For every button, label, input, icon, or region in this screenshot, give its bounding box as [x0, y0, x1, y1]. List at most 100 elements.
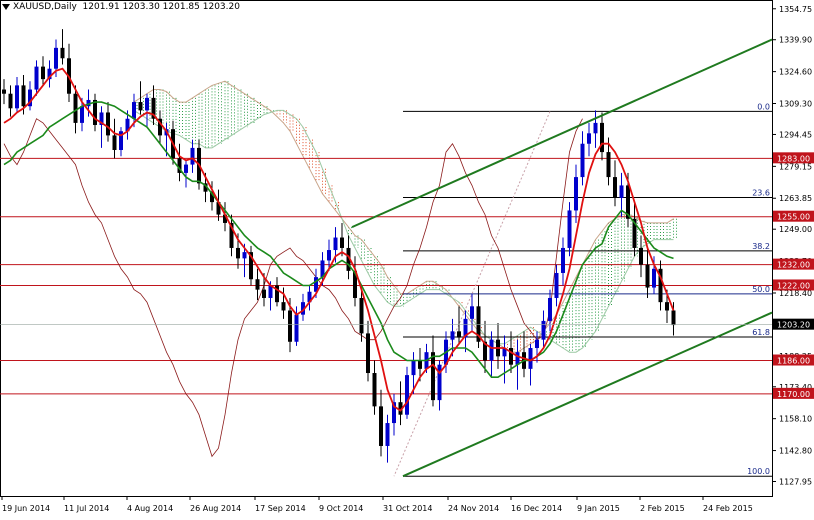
- candle-body: [580, 143, 585, 178]
- candle-body: [418, 360, 422, 369]
- fib-level-label: 0.0: [757, 102, 770, 111]
- candle-body: [34, 66, 39, 90]
- y-tick-label: 1354.75: [779, 5, 812, 14]
- x-tick-label: 19 Jun 2014: [2, 504, 50, 513]
- x-tick-label: 24 Nov 2014: [448, 504, 499, 513]
- candle-body: [327, 250, 331, 261]
- candle-body: [145, 97, 149, 111]
- dropdown-triangle-icon[interactable]: [2, 3, 10, 10]
- candle-body: [671, 310, 676, 326]
- candle-body: [15, 85, 19, 109]
- candle-body: [606, 152, 611, 178]
- candle-body: [112, 135, 117, 150]
- level-tag-label: 1255.00: [777, 213, 810, 222]
- candle-body: [132, 102, 136, 119]
- chart-canvas: 0.023.638.250.061.8100.01354.751339.9013…: [0, 0, 814, 513]
- y-tick-label: 1127.95: [779, 478, 812, 487]
- candle-body: [372, 373, 377, 407]
- candle-body: [528, 348, 533, 369]
- level-tag-label: 1186.00: [777, 357, 810, 366]
- fib-level-label: 100.0: [747, 467, 770, 476]
- candle-body: [190, 147, 195, 165]
- candle-body: [262, 289, 266, 298]
- fib-level-label: 38.2: [752, 242, 770, 251]
- candle-body: [184, 164, 188, 173]
- y-tick-label: 1339.90: [779, 36, 812, 45]
- candle-body: [281, 302, 286, 311]
- candle-body: [639, 247, 643, 265]
- candle-body: [587, 133, 591, 144]
- chart-root: 0.0 23.6 38.2 50.0 61.8 100.0 1354.75 1339.90 13…: [0, 0, 814, 516]
- candle-body: [613, 177, 617, 198]
- candle-body: [54, 47, 58, 69]
- x-axis: 19 Jun 2014 11 Jul 2014 4 Aug 2014 26 Aug 2…: [1, 496, 753, 513]
- candle-body: [515, 352, 520, 365]
- x-tick-label: 17 Sep 2014: [255, 504, 306, 513]
- candle-body: [450, 331, 455, 340]
- x-tick-label: 31 Oct 2014: [383, 504, 432, 513]
- level-tag-label: 1170.00: [777, 390, 810, 399]
- candle-body: [645, 264, 650, 288]
- y-tick-label: 1142.80: [779, 447, 812, 456]
- candle-body: [21, 85, 26, 107]
- x-tick-label: 9 Oct 2014: [319, 504, 363, 513]
- candle-body: [457, 331, 461, 338]
- candle-body: [340, 237, 344, 248]
- candle-body: [333, 237, 338, 251]
- candle-body: [535, 339, 539, 349]
- y-tick-label: 1249.00: [779, 225, 812, 234]
- ohlc-values: 1201.91 1203.30 1201.85 1203.20: [82, 2, 240, 12]
- y-axis: 1354.75 1339.90 1324.60 1309.30 1294.45 1279.…: [772, 5, 814, 487]
- x-tick-label: 24 Feb 2015: [703, 504, 753, 513]
- x-tick-label: 2 Feb 2015: [640, 504, 685, 513]
- fib-level-label: 61.8: [752, 328, 770, 337]
- candle-body: [255, 279, 260, 290]
- chart-header: XAUUSD,Daily 1201.91 1203.30 1201.85 120…: [2, 2, 240, 12]
- symbol-label: XAUUSD,Daily: [13, 2, 77, 12]
- candle-body: [541, 320, 546, 340]
- x-tick-label: 9 Jan 2015: [577, 504, 620, 513]
- candle-body: [80, 106, 84, 123]
- candle-body: [359, 297, 364, 334]
- y-tick-label: 1294.45: [779, 130, 812, 139]
- candle-body: [366, 333, 370, 374]
- candle-body: [548, 297, 552, 321]
- level-tag-label: 1232.00: [777, 261, 810, 270]
- candle-body: [593, 122, 598, 134]
- candle-body: [60, 47, 65, 59]
- candle-body: [106, 112, 110, 136]
- candle-body: [665, 302, 669, 311]
- x-tick-label: 26 Aug 2014: [190, 504, 241, 513]
- candle-body: [561, 247, 565, 273]
- candle-body: [405, 375, 409, 415]
- candle-body: [554, 272, 559, 298]
- candle-body: [489, 339, 494, 361]
- candle-body: [652, 268, 656, 288]
- y-tick-label: 1263.85: [779, 194, 812, 203]
- x-tick-label: 16 Dec 2014: [511, 504, 562, 513]
- candle-body: [619, 185, 624, 198]
- y-tick-label: 1158.10: [779, 415, 812, 424]
- y-tick-label: 1279.15: [779, 162, 812, 171]
- candle-body: [93, 99, 97, 125]
- candle-body: [2, 89, 6, 94]
- candle-body: [411, 360, 416, 376]
- level-tag-label: 1283.00: [777, 154, 810, 163]
- level-tag-label: 1222.00: [777, 281, 810, 290]
- candle-body: [567, 210, 572, 248]
- candle-body: [8, 93, 13, 109]
- candle-body: [470, 306, 474, 319]
- candle-body: [574, 177, 578, 211]
- candle-body: [41, 66, 45, 80]
- x-tick-label: 4 Aug 2014: [127, 504, 173, 513]
- y-tick-label: 1324.60: [779, 68, 812, 77]
- candle-body: [73, 93, 78, 123]
- candle-body: [294, 314, 299, 342]
- candle-body: [288, 310, 292, 342]
- candle-body: [138, 102, 143, 111]
- candle-body: [379, 406, 383, 446]
- current-price-label: 1203.20: [777, 321, 810, 330]
- candle-body: [600, 122, 604, 153]
- candle-body: [242, 252, 247, 259]
- y-tick-label: 1309.30: [779, 100, 812, 109]
